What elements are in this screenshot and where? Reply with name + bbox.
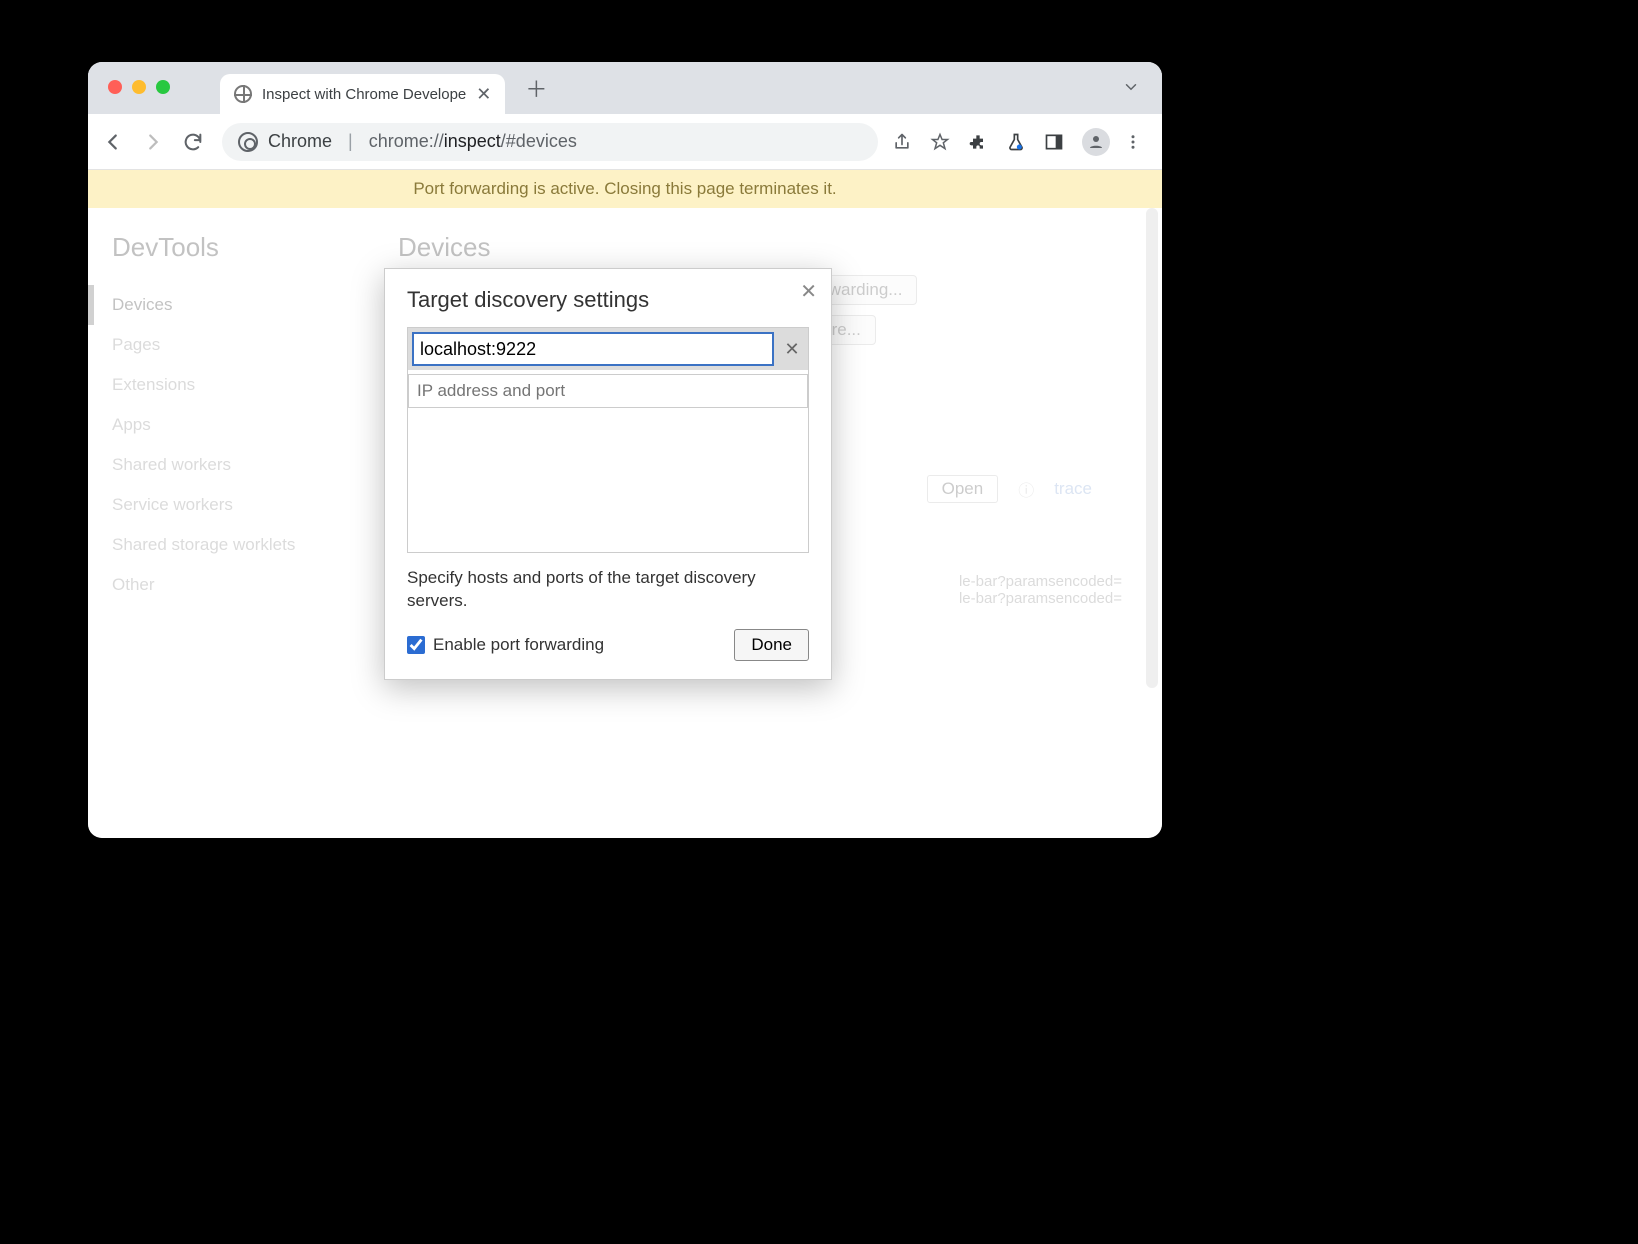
target-input[interactable] [412,332,774,366]
tab-strip: Inspect with Chrome Develope ✕ ＋ [88,62,1162,114]
target-new-row [408,374,808,408]
browser-tab[interactable]: Inspect with Chrome Develope ✕ [220,74,505,114]
close-icon[interactable]: ✕ [800,279,817,304]
side-panel-icon[interactable] [1044,132,1068,152]
extensions-icon[interactable] [968,132,992,152]
target-placeholder-input[interactable] [408,374,808,408]
target-discovery-dialog: ✕ Target discovery settings ✕ Specify ho… [384,268,832,680]
url-text: chrome://inspect/#devices [369,131,577,152]
forward-button[interactable] [142,131,168,153]
remove-row-icon[interactable]: ✕ [780,339,804,360]
target-row: ✕ [408,328,808,370]
address-bar[interactable]: Chrome | chrome://inspect/#devices [222,123,878,161]
done-button[interactable]: Done [734,629,809,661]
window-close-button[interactable] [108,80,122,94]
browser-window: Inspect with Chrome Develope ✕ ＋ Chrome … [88,62,1162,838]
window-maximize-button[interactable] [156,80,170,94]
window-minimize-button[interactable] [132,80,146,94]
url-scheme: Chrome [268,131,332,152]
labs-icon[interactable] [1006,132,1030,152]
dialog-title: Target discovery settings [407,287,809,313]
window-controls [108,80,170,94]
globe-icon [234,85,252,103]
enable-port-forwarding-checkbox[interactable] [407,636,425,654]
tabs-dropdown-icon[interactable] [1122,78,1140,96]
back-button[interactable] [102,131,128,153]
new-tab-button[interactable]: ＋ [525,72,547,104]
info-bar-text: Port forwarding is active. Closing this … [413,179,836,199]
enable-port-forwarding-label[interactable]: Enable port forwarding [407,635,604,655]
toolbar: Chrome | chrome://inspect/#devices [88,114,1162,170]
info-bar: Port forwarding is active. Closing this … [88,170,1162,208]
profile-avatar[interactable] [1082,128,1110,156]
menu-icon[interactable] [1124,133,1148,151]
chrome-icon [238,132,258,152]
bookmark-icon[interactable] [930,132,954,152]
tab-title: Inspect with Chrome Develope [262,86,466,103]
share-icon[interactable] [892,132,916,152]
dialog-description: Specify hosts and ports of the target di… [407,567,809,613]
close-tab-icon[interactable]: ✕ [476,84,491,105]
targets-list: ✕ [407,327,809,553]
reload-button[interactable] [182,131,208,153]
